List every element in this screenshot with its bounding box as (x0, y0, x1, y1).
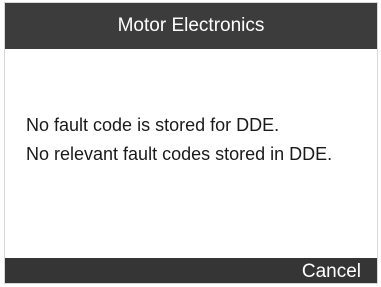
message-line-2: No relevant fault codes stored in DDE. (26, 144, 333, 164)
page-title: Motor Electronics (117, 15, 265, 36)
title-bar: Motor Electronics (5, 3, 377, 49)
footer-bar: Cancel (5, 258, 377, 283)
message-line-1: No fault code is stored for DDE. (26, 115, 280, 135)
cancel-button[interactable]: Cancel (302, 258, 361, 283)
scanner-screen: Motor Electronics No fault code is store… (4, 2, 378, 284)
message-area: No fault code is stored for DDE. No rele… (26, 111, 373, 169)
